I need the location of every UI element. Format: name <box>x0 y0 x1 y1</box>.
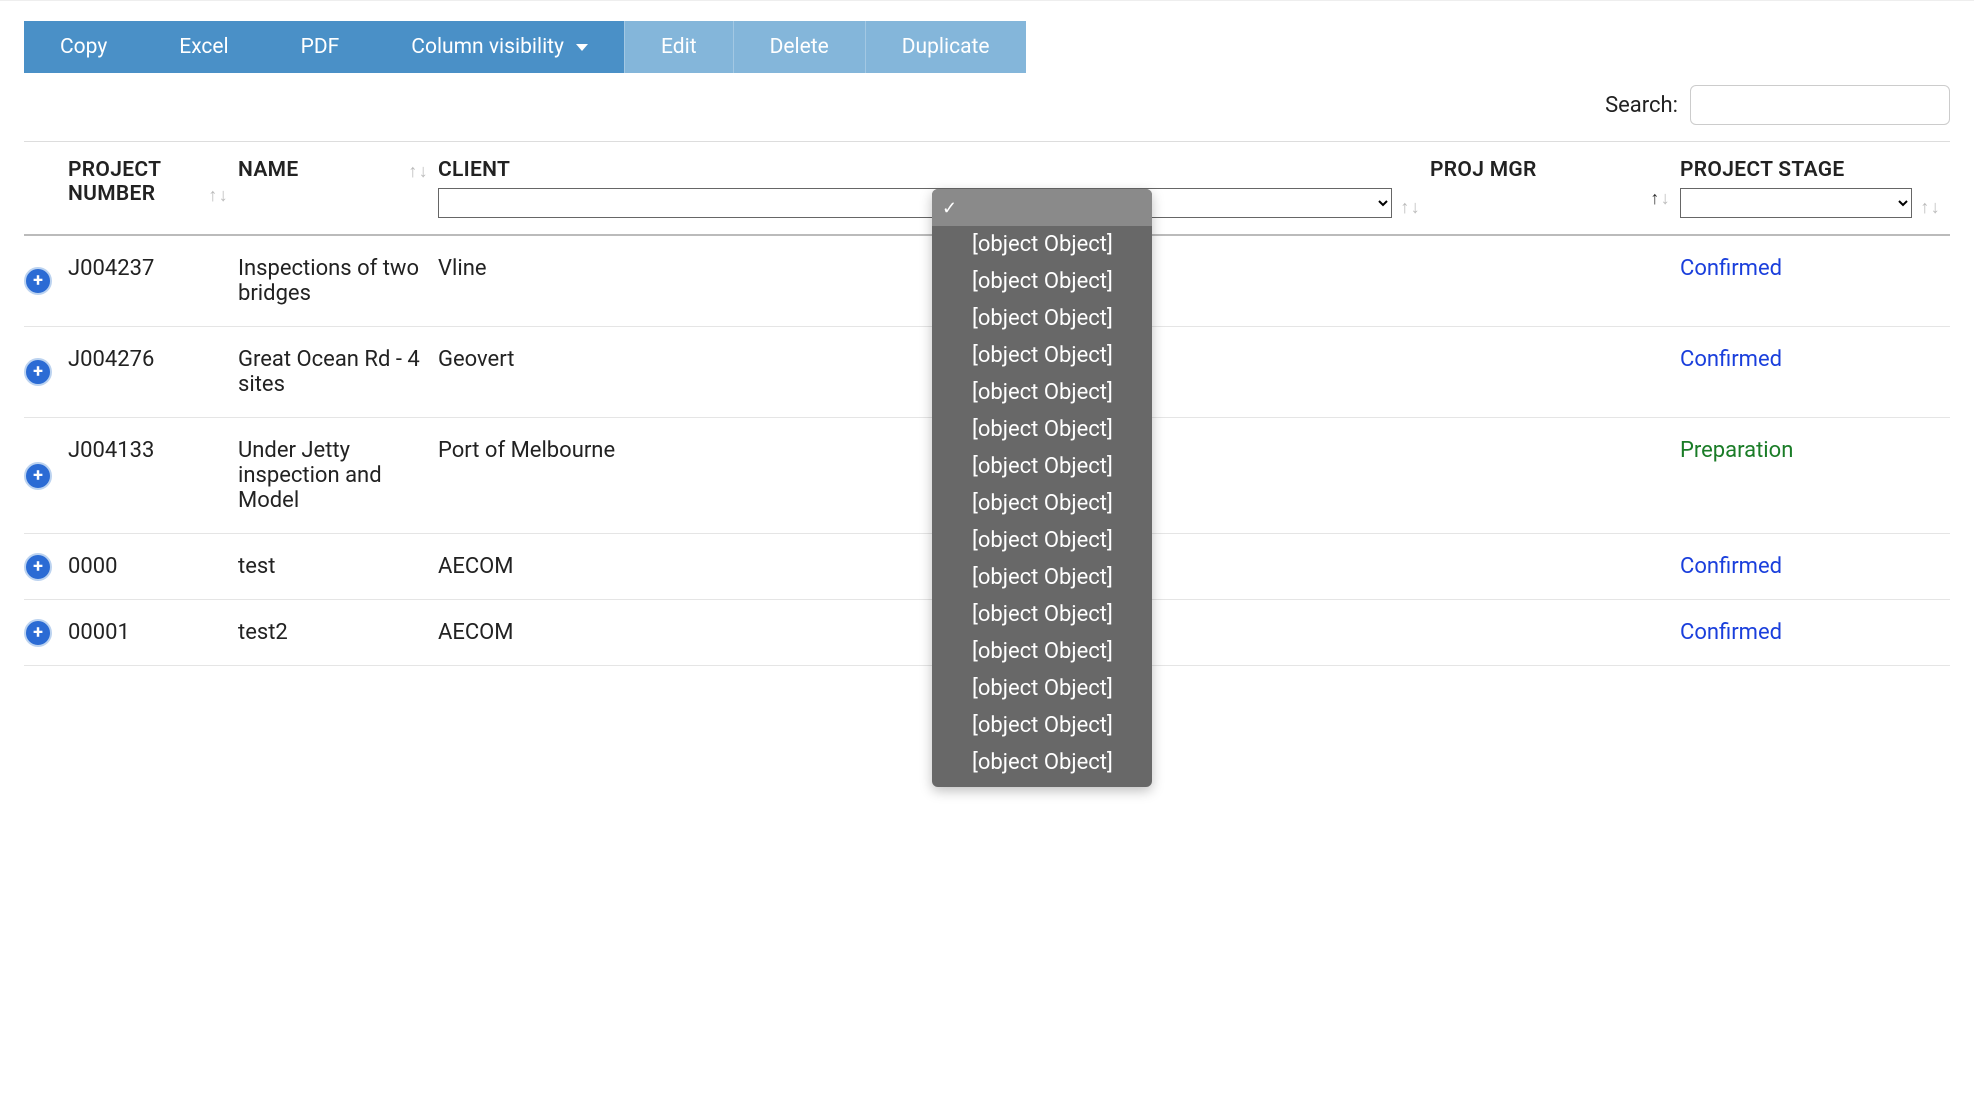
expand-row-button[interactable]: + <box>24 553 52 581</box>
cell-name: Great Ocean Rd - 4 sites <box>238 327 438 418</box>
search-row: Search: <box>24 85 1950 125</box>
delete-button[interactable]: Delete <box>733 21 865 73</box>
plus-icon: + <box>33 558 43 576</box>
copy-button[interactable]: Copy <box>24 21 143 73</box>
check-icon <box>942 195 957 220</box>
dropdown-option[interactable]: [object Object] <box>932 522 1152 559</box>
cell-proj-mgr <box>1430 600 1680 666</box>
col-header-project-number[interactable]: PROJECT NUMBER ↑↓ <box>68 142 238 236</box>
col-header-label: NAME <box>238 158 298 182</box>
sort-icon: ↑↓ <box>1650 188 1670 209</box>
duplicate-button[interactable]: Duplicate <box>865 21 1026 73</box>
plus-icon: + <box>33 467 43 485</box>
dropdown-option[interactable]: [object Object] <box>932 707 1152 744</box>
col-header-label: PROJECT STAGE <box>1680 158 1940 182</box>
dropdown-option[interactable]: [object Object] <box>932 559 1152 596</box>
cell-project-stage: Confirmed <box>1680 534 1950 600</box>
excel-button[interactable]: Excel <box>143 21 264 73</box>
dropdown-option[interactable]: [object Object] <box>932 485 1152 522</box>
dropdown-option[interactable]: [object Object] <box>932 374 1152 411</box>
sort-icon: ↑↓ <box>208 185 228 206</box>
plus-icon: + <box>33 363 43 381</box>
expand-row-button[interactable]: + <box>24 267 52 295</box>
plus-icon: + <box>33 624 43 642</box>
dropdown-option[interactable]: [object Object] <box>932 670 1152 707</box>
sort-icon: ↑↓ <box>408 161 428 182</box>
cell-project-stage: Confirmed <box>1680 600 1950 666</box>
cell-project-number: J004237 <box>68 235 238 327</box>
page-container: Copy Excel PDF Column visibility Edit De… <box>0 0 1974 686</box>
cell-project-stage: Preparation <box>1680 418 1950 534</box>
cell-proj-mgr <box>1430 235 1680 327</box>
edit-button[interactable]: Edit <box>624 21 733 73</box>
sort-icon: ↑↓ <box>1920 197 1940 218</box>
col-header-label: CLIENT <box>438 158 1420 182</box>
pdf-button[interactable]: PDF <box>265 21 376 73</box>
cell-proj-mgr <box>1430 534 1680 600</box>
search-label: Search: <box>1605 93 1678 118</box>
proj-mgr-filter-dropdown[interactable]: [object Object][object Object][object Ob… <box>932 189 1152 787</box>
dropdown-option[interactable]: [object Object] <box>932 633 1152 670</box>
cell-name: test <box>238 534 438 600</box>
col-header-label: PROJECT NUMBER <box>68 158 200 206</box>
cell-proj-mgr <box>1430 418 1680 534</box>
col-header-name[interactable]: NAME ↑↓ <box>238 142 438 236</box>
dropdown-option[interactable]: [object Object] <box>932 226 1152 263</box>
expand-row-button[interactable]: + <box>24 619 52 647</box>
expand-row-button[interactable]: + <box>24 358 52 386</box>
cell-project-stage: Confirmed <box>1680 327 1950 418</box>
project-stage-filter-select[interactable] <box>1680 188 1912 218</box>
dropdown-option[interactable]: [object Object] <box>932 744 1152 781</box>
col-header-project-stage[interactable]: PROJECT STAGE ↑↓ <box>1680 142 1950 236</box>
search-input[interactable] <box>1690 85 1950 125</box>
dropdown-option[interactable]: [object Object] <box>932 337 1152 374</box>
dropdown-option[interactable]: [object Object] <box>932 263 1152 300</box>
column-visibility-label: Column visibility <box>411 35 564 59</box>
cell-project-number: J004133 <box>68 418 238 534</box>
col-header-label: PROJ MGR <box>1430 158 1670 182</box>
cell-name: test2 <box>238 600 438 666</box>
cell-name: Under Jetty inspection and Model <box>238 418 438 534</box>
sort-icon: ↑↓ <box>1400 197 1420 218</box>
cell-project-number: 00001 <box>68 600 238 666</box>
dropdown-option[interactable]: [object Object] <box>932 448 1152 485</box>
col-header-proj-mgr[interactable]: PROJ MGR ↑↓ <box>1430 142 1680 236</box>
toolbar: Copy Excel PDF Column visibility Edit De… <box>24 21 1950 73</box>
dropdown-option[interactable]: [object Object] <box>932 411 1152 448</box>
cell-name: Inspections of two bridges <box>238 235 438 327</box>
column-visibility-button[interactable]: Column visibility <box>375 21 624 73</box>
cell-project-stage: Confirmed <box>1680 235 1950 327</box>
cell-project-number: 0000 <box>68 534 238 600</box>
expand-row-button[interactable]: + <box>24 462 52 490</box>
dropdown-option[interactable]: [object Object] <box>932 596 1152 633</box>
cell-project-number: J004276 <box>68 327 238 418</box>
client-filter-select[interactable] <box>438 188 1392 218</box>
dropdown-option-empty[interactable] <box>932 189 1152 226</box>
dropdown-option[interactable]: [object Object] <box>932 300 1152 337</box>
caret-down-icon <box>576 44 588 51</box>
plus-icon: + <box>33 272 43 290</box>
cell-proj-mgr <box>1430 327 1680 418</box>
